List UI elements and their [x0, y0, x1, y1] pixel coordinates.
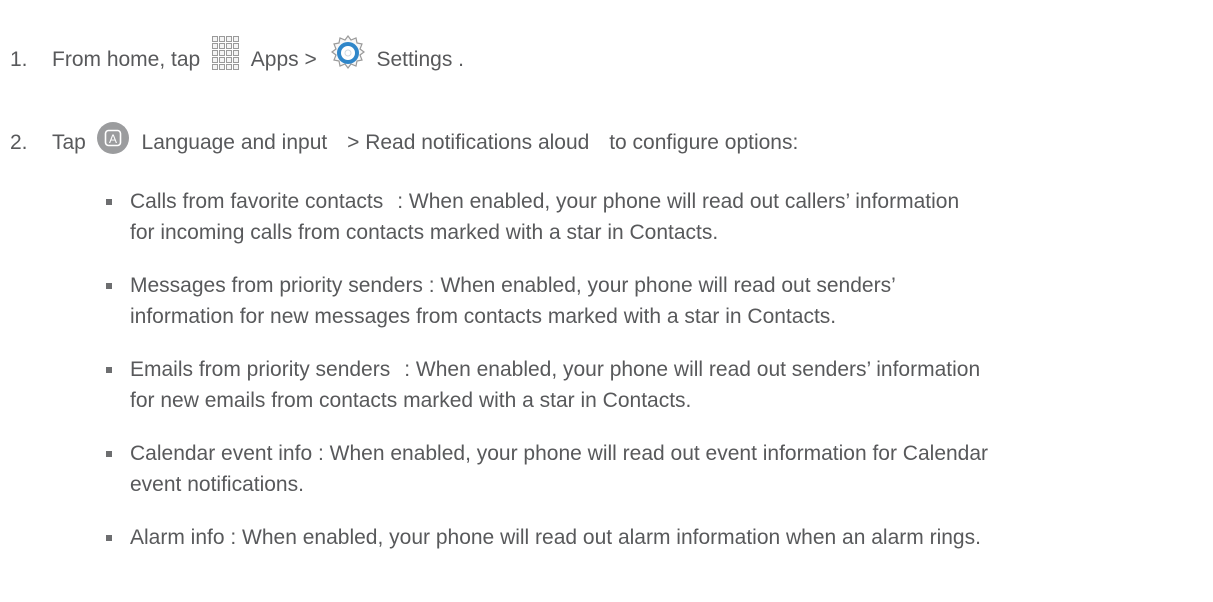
menu-item-label: Read notifications aloud — [365, 131, 590, 154]
option-term: Emails from priority senders — [130, 358, 391, 381]
settings-label: Settings — [376, 48, 453, 71]
step-prefix: From home, tap — [52, 48, 201, 71]
bullet-icon — [106, 451, 112, 457]
step-suffix: to configure options: — [609, 131, 799, 154]
bullet-icon — [106, 367, 112, 373]
apps-label: Apps — [250, 48, 299, 71]
step-number: 1. — [10, 48, 28, 71]
step-text: From home, tap Apps > Settings . — [52, 35, 465, 75]
bullet-icon — [106, 535, 112, 541]
option-term: Calendar event info — [130, 442, 313, 465]
bullet-icon — [106, 199, 112, 205]
option-term: Calls from favorite contacts — [130, 190, 384, 213]
step-suffix: . — [458, 48, 465, 71]
step-prefix: Tap — [52, 131, 86, 154]
option-description-cont: for incoming calls from contacts marked … — [130, 221, 719, 244]
language-icon-letter: A — [109, 132, 117, 146]
separator: > — [347, 131, 360, 154]
apps-grid-icon — [210, 35, 242, 73]
language-label: Language and input — [141, 131, 328, 154]
option-term: Messages from priority senders — [130, 274, 423, 297]
instructions-page: 1. From home, tap Apps > Settings . 2. T… — [0, 0, 1213, 602]
bullet-icon — [106, 283, 112, 289]
separator: > — [304, 48, 317, 71]
settings-gear-icon — [329, 34, 367, 72]
option-term: Alarm info — [130, 526, 225, 549]
language-input-icon: A — [96, 121, 130, 155]
option-description: : When enabled, your phone will read out… — [397, 190, 960, 213]
option-description: : When enabled, your phone will read out… — [428, 274, 896, 297]
step-number: 2. — [10, 131, 28, 154]
option-description-cont: event notifications. — [130, 473, 304, 496]
option-description-cont: information for new messages from contac… — [130, 305, 837, 328]
step-text: Tap A Language and input > Read notifica… — [52, 122, 799, 158]
option-description: : When enabled, your phone will read out… — [404, 358, 981, 381]
option-description: : When enabled, your phone will read out… — [230, 526, 981, 549]
option-description: : When enabled, your phone will read out… — [317, 442, 989, 465]
option-description-cont: for new emails from contacts marked with… — [130, 389, 692, 412]
